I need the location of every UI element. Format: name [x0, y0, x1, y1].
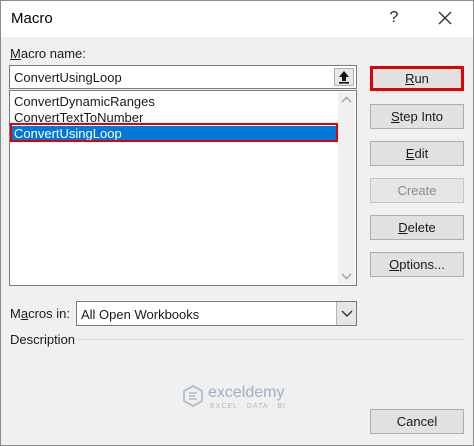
- cancel-button[interactable]: Cancel: [370, 409, 464, 434]
- macros-in-select[interactable]: All Open Workbooks: [76, 301, 357, 326]
- description-label: Description: [10, 332, 76, 347]
- macro-name-input[interactable]: [10, 66, 332, 88]
- macro-list[interactable]: ConvertDynamicRanges ConvertTextToNumber…: [9, 90, 357, 286]
- watermark-tagline: EXCEL · DATA · BI: [210, 403, 286, 410]
- exceldemy-logo-icon: [183, 385, 203, 407]
- delete-button[interactable]: Delete: [370, 215, 464, 240]
- macro-name-field[interactable]: [9, 65, 357, 89]
- dialog-title: Macro: [11, 10, 53, 27]
- go-to-selected-button[interactable]: [334, 68, 354, 86]
- step-into-button[interactable]: Step Into: [370, 104, 464, 129]
- scroll-down-button[interactable]: [338, 267, 355, 284]
- options-button[interactable]: Options...: [370, 252, 464, 277]
- close-icon: [438, 11, 452, 25]
- macros-in-label: Macros in:: [10, 306, 70, 321]
- help-button[interactable]: ?: [382, 5, 406, 31]
- run-button[interactable]: Run: [370, 66, 464, 91]
- list-scrollbar[interactable]: [338, 92, 355, 284]
- macro-name-label: Macro name:: [10, 46, 86, 61]
- list-item[interactable]: ConvertTextToNumber: [12, 110, 338, 126]
- description-divider: [77, 339, 465, 340]
- list-item-selected[interactable]: ConvertUsingLoop: [12, 126, 338, 142]
- macros-in-dropdown-button[interactable]: [336, 302, 356, 325]
- chevron-down-icon: [341, 273, 352, 280]
- list-item[interactable]: ConvertDynamicRanges: [12, 94, 338, 110]
- macro-dialog: Macro ? Macro name: ConvertDynamicRanges…: [0, 0, 474, 446]
- close-button[interactable]: [431, 5, 459, 31]
- macros-in-value: All Open Workbooks: [81, 307, 200, 322]
- edit-button[interactable]: Edit: [370, 141, 464, 166]
- chevron-up-icon: [341, 96, 352, 103]
- chevron-down-icon: [341, 310, 353, 317]
- scroll-up-button[interactable]: [338, 92, 355, 109]
- watermark-name: exceldemy: [208, 384, 285, 401]
- create-button[interactable]: Create: [370, 178, 464, 203]
- exceldemy-watermark: exceldemy EXCEL · DATA · BI: [182, 381, 332, 417]
- title-bar: Macro ?: [1, 1, 473, 37]
- arrow-up-icon: [339, 71, 349, 84]
